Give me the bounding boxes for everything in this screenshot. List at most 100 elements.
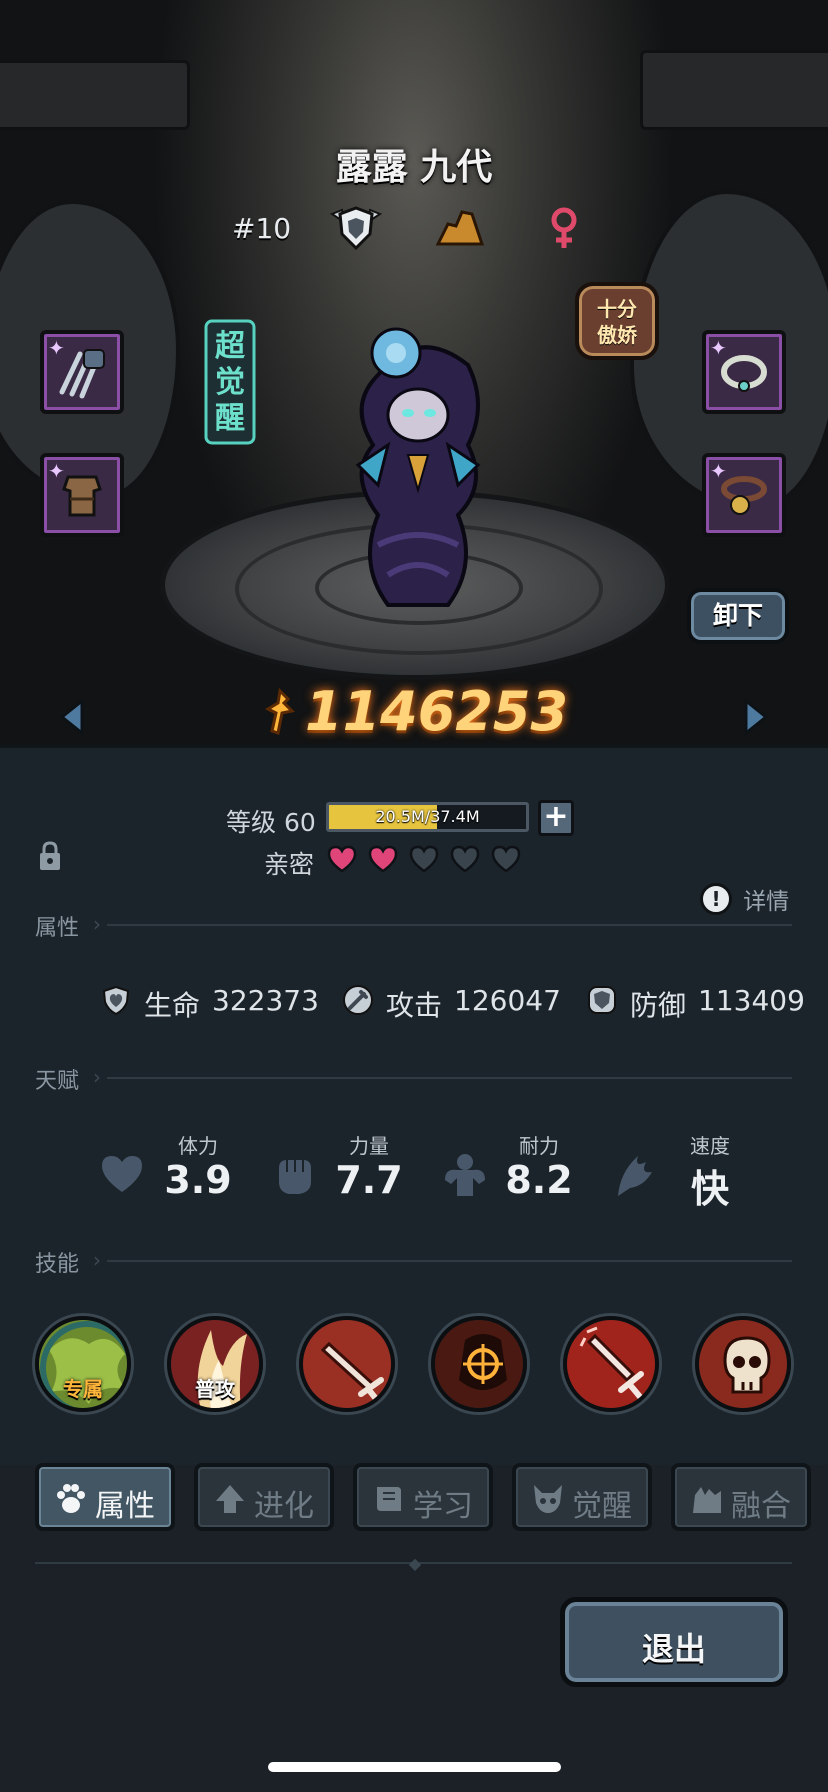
tab-label: 觉醒 xyxy=(572,1489,632,1524)
heart-filled-icon xyxy=(327,845,357,873)
tab-label: 属性 xyxy=(95,1489,155,1524)
skill-sword-strike[interactable] xyxy=(299,1316,395,1412)
hero-rank: #10 xyxy=(232,212,292,245)
talent-value: 快 xyxy=(690,1167,729,1211)
skill-shattered-sword[interactable] xyxy=(563,1316,659,1412)
tab-label: 学习 xyxy=(413,1489,473,1524)
trait-badge[interactable]: 十分 傲娇 xyxy=(575,282,659,360)
xp-text: 20.5M/37.4M xyxy=(375,807,480,826)
level-up-plus-button[interactable]: + xyxy=(538,800,574,836)
heart-shield-icon xyxy=(102,985,130,1016)
power-value: 1146253 xyxy=(305,680,569,743)
heart-empty-icon xyxy=(491,845,521,873)
merge-creatures-icon xyxy=(693,1487,721,1513)
tab-merge[interactable]: 融合 xyxy=(671,1463,811,1531)
exit-label: 退出 xyxy=(641,1630,706,1668)
terrain-icon[interactable] xyxy=(432,204,488,252)
wing-icon xyxy=(618,1156,652,1196)
section-label: 天赋 xyxy=(35,1069,80,1094)
tab-awaken[interactable]: 觉醒 xyxy=(512,1463,652,1531)
talent-value: 3.9 xyxy=(164,1158,232,1202)
lock-icon[interactable] xyxy=(37,840,63,872)
trait-badge-line2: 傲娇 xyxy=(597,323,637,347)
stat-name: 生命 xyxy=(144,989,201,1022)
stat-attack: 攻击 126047 xyxy=(342,982,562,1022)
skill-tag: 普攻 xyxy=(195,1377,235,1401)
shield-rank-icon[interactable] xyxy=(328,204,384,252)
sword-icon xyxy=(343,985,373,1015)
stat-name: 攻击 xyxy=(386,989,443,1022)
heart-empty-icon xyxy=(409,845,439,873)
stat-defense: 防御 113409 xyxy=(586,982,806,1022)
chevron-right-icon: › xyxy=(93,1248,101,1272)
section-label: 技能 xyxy=(35,1252,80,1277)
talent-value: 8.2 xyxy=(505,1158,573,1202)
tab-attributes[interactable]: 属性 xyxy=(35,1463,175,1531)
affinity-label: 亲密 xyxy=(264,850,315,879)
chevron-right-icon: › xyxy=(93,912,101,936)
evolve-arrow-icon xyxy=(216,1485,244,1513)
stat-hp: 生命 322373 xyxy=(100,982,320,1022)
claw-weapon-icon xyxy=(59,349,105,399)
awaken-badge-char: 觉 xyxy=(215,365,245,400)
section-attributes: 属性 › xyxy=(35,910,792,941)
hero-character[interactable] xyxy=(318,315,518,615)
talent-endurance: 耐力 8.2 xyxy=(439,1130,599,1210)
wall-plank xyxy=(0,60,190,130)
equip-slot-weapon[interactable]: ✦ xyxy=(40,330,124,414)
exit-button[interactable]: 退出 xyxy=(560,1597,788,1687)
talent-name: 力量 xyxy=(349,1134,389,1158)
demon-mask-icon xyxy=(534,1485,562,1513)
wall-plank xyxy=(640,50,828,130)
xp-bar: 20.5M/37.4M xyxy=(326,802,529,832)
target-icon xyxy=(435,1320,523,1408)
heart-filled-icon xyxy=(368,845,398,873)
home-indicator[interactable] xyxy=(268,1762,561,1772)
talent-name: 耐力 xyxy=(519,1134,559,1158)
skull-icon xyxy=(699,1320,787,1408)
section-divider xyxy=(107,924,792,926)
talent-name: 速度 xyxy=(690,1134,730,1158)
shattered-sword-icon xyxy=(567,1320,655,1408)
skill-target[interactable] xyxy=(431,1316,527,1412)
female-icon[interactable] xyxy=(536,204,592,252)
talent-stamina: 体力 3.9 xyxy=(98,1130,258,1210)
awaken-badge-char: 醒 xyxy=(215,401,245,436)
tab-label: 融合 xyxy=(731,1489,791,1524)
tab-evolve[interactable]: 进化 xyxy=(194,1463,334,1531)
equip-slot-accessory[interactable]: ✦ xyxy=(702,453,786,537)
section-talents: 天赋 › xyxy=(35,1063,792,1094)
tab-learn[interactable]: 学习 xyxy=(353,1463,493,1531)
unequip-button[interactable]: 卸下 xyxy=(687,588,789,644)
leather-armor-icon xyxy=(62,475,102,517)
stat-value: 126047 xyxy=(454,984,561,1017)
level-label: 等级 60 xyxy=(226,808,316,837)
skill-exclusive[interactable]: 专属 xyxy=(35,1316,131,1412)
stat-value: 113409 xyxy=(698,984,805,1017)
combat-power: 1146253 xyxy=(0,680,828,743)
skill-basic-attack[interactable]: 普攻 xyxy=(167,1316,263,1412)
chevron-right-icon: › xyxy=(93,1065,101,1089)
talent-strength: 力量 7.7 xyxy=(269,1130,429,1210)
skill-skull[interactable] xyxy=(695,1316,791,1412)
talent-value: 7.7 xyxy=(335,1158,403,1202)
heart-icon xyxy=(102,1156,142,1192)
hero-scene: 露露 九代 #10 ✦ ✦ ✦ ✦ 超觉醒 十分 傲娇 卸下 1146253 xyxy=(0,0,828,745)
muscle-icon xyxy=(445,1154,485,1196)
book-icon xyxy=(377,1487,401,1511)
fist-icon xyxy=(279,1160,311,1194)
equip-slot-armor[interactable]: ✦ xyxy=(40,453,124,537)
stat-name: 防御 xyxy=(630,989,687,1022)
awaken-badge-char: 超 xyxy=(215,329,246,364)
skill-tag: 专属 xyxy=(63,1377,103,1401)
power-icon xyxy=(264,687,295,735)
affinity-hearts[interactable] xyxy=(326,844,531,876)
equip-slot-necklace[interactable]: ✦ xyxy=(702,330,786,414)
hero-name: 露露 九代 xyxy=(335,147,493,188)
section-divider xyxy=(107,1077,792,1079)
divider-ornament-icon: ◆ xyxy=(408,1554,422,1573)
section-divider xyxy=(107,1260,792,1262)
awaken-badge-text: 超觉醒 xyxy=(215,329,246,436)
talent-speed: 速度 快 xyxy=(610,1130,770,1211)
sword-strike-icon xyxy=(303,1320,391,1408)
